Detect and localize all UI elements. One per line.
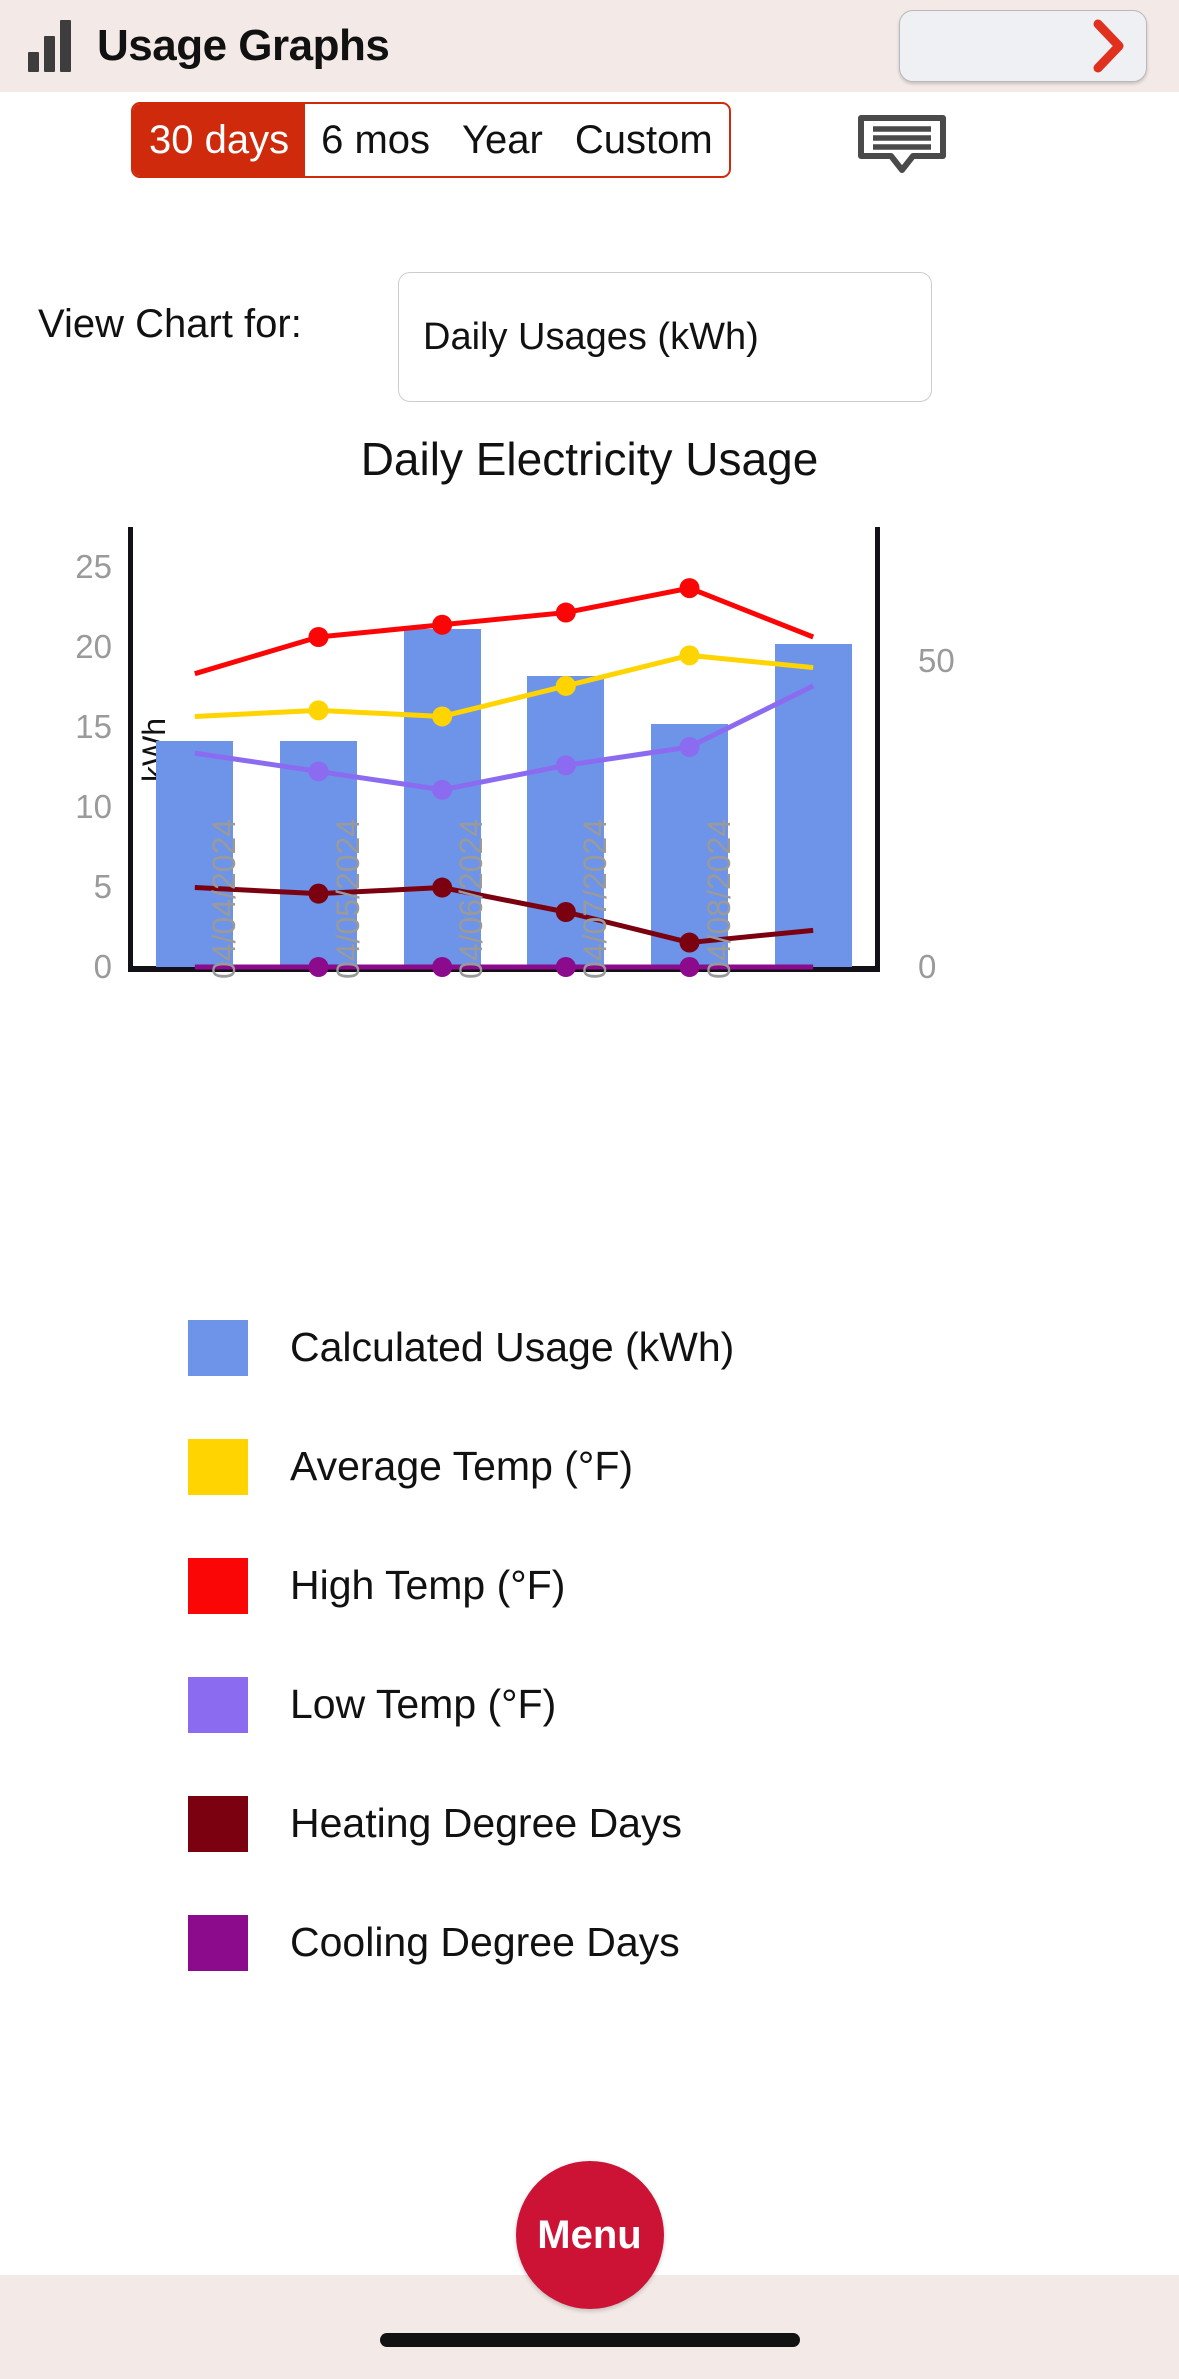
chart-point [679,578,700,599]
legend-label: Cooling Degree Days [290,1919,680,1965]
legend-swatch [188,1676,248,1733]
legend-label: Calculated Usage (kWh) [290,1324,735,1370]
range-tab-group: 30 days 6 mos Year Custom [131,102,731,178]
chart-x-tick: 04/08/2024 [700,818,737,979]
chart-point [555,957,576,977]
tab-year[interactable]: Year [446,104,559,176]
legend-item-heating-degree-days: Heating Degree Days [0,1764,1179,1883]
legend-item-low-temp: Low Temp (°F) [0,1645,1179,1764]
home-indicator [379,2333,800,2347]
chart-plot-area: kWh 0 5 10 15 20 25 0 50 04/04/2024 04/05/2024 0… [75,527,955,985]
chart-x-tick: 04/04/2024 [205,818,242,979]
legend-label: Heating Degree Days [290,1800,682,1846]
chart-point [679,737,700,757]
chart-title: Daily Electricity Usage [360,433,819,485]
chart-point [308,761,329,782]
usage-chart: Daily Electricity Usage kWh 0 5 10 15 20 25 0… [0,432,1179,1292]
tab-30-days[interactable]: 30 days [133,104,306,176]
tab-6-mos[interactable]: 6 mos [305,104,446,176]
legend-item-cooling-degree-days: Cooling Degree Days [0,1883,1179,2002]
legend-item-average-temp: Average Temp (°F) [0,1407,1179,1526]
legend-label: Low Temp (°F) [290,1681,557,1727]
chart-y-tick: 20 [75,628,112,665]
legend-label: High Temp (°F) [290,1562,566,1608]
chart-point [679,932,700,953]
chart-point [679,645,700,666]
chart-point [432,877,453,898]
chart-point [555,755,576,776]
chart-x-tick: 04/06/2024 [453,818,490,979]
chart-y-tick: 25 [75,548,112,585]
chart-x-tick: 04/07/2024 [576,818,613,979]
tab-custom[interactable]: Custom [559,104,729,176]
menu-button-label: Menu [537,2212,642,2257]
menu-button[interactable]: Menu [515,2161,664,2309]
chart-legend: Calculated Usage (kWh) Average Temp (°F)… [0,1288,1179,2002]
chart-point [432,957,453,977]
range-tabbar: 30 days 6 mos Year Custom [0,92,1179,184]
chart-point [679,957,700,977]
speech-bubble-icon[interactable] [856,112,948,174]
chart-selector-label: View Chart for: [38,302,302,346]
legend-label: Average Temp (°F) [290,1443,634,1489]
bar-chart-icon [28,20,71,72]
legend-swatch [188,1914,248,1971]
chart-point [308,700,329,721]
chart-y-tick: 10 [75,788,112,825]
header-nav-button[interactable] [899,10,1147,82]
legend-swatch [188,1438,248,1495]
chart-point [432,614,453,635]
chart-point [308,883,329,904]
legend-swatch [188,1557,248,1614]
legend-swatch [188,1319,248,1376]
chart-x-tick: 04/05/2024 [329,818,366,979]
chart-type-select[interactable]: Daily Usages (kWh) [398,272,932,402]
chart-point [555,902,576,922]
chart-line [194,652,814,719]
chart-point [555,675,576,696]
legend-item-high-temp: High Temp (°F) [0,1526,1179,1645]
chart-y2-tick: 0 [918,948,937,985]
legend-swatch [188,1795,248,1852]
chart-y-tick: 5 [93,868,112,905]
chart-y-tick: 15 [75,708,112,745]
chart-point [432,779,453,800]
legend-item-calculated-usage: Calculated Usage (kWh) [0,1288,1179,1407]
chart-point [555,602,576,623]
chart-point [308,957,329,977]
chart-point [432,706,453,727]
chart-y2-tick: 50 [918,642,955,680]
chart-selector-row: View Chart for: Daily Usages (kWh) [0,272,1179,412]
chart-right-axis [875,527,880,967]
chart-line-series [194,578,815,977]
chevron-right-icon [1093,19,1124,73]
chart-point [308,627,329,647]
chart-type-select-value: Daily Usages (kWh) [423,315,759,358]
page-title: Usage Graphs [97,21,390,70]
chart-y-tick: 0 [93,948,112,985]
app-header: Usage Graphs [0,0,1179,92]
